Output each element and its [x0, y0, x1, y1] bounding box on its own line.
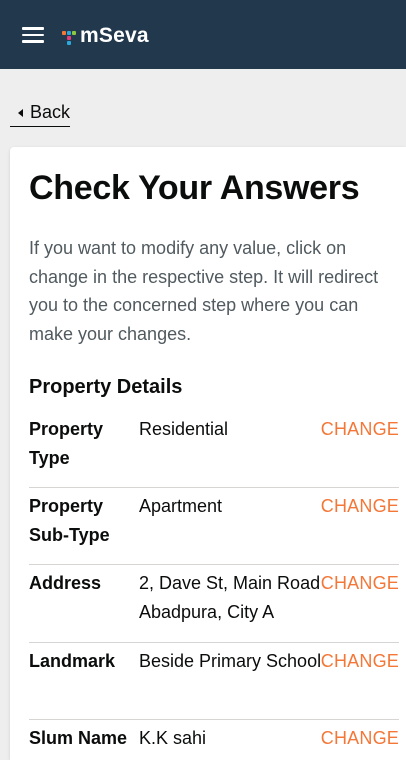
- detail-key: Landmark: [29, 651, 116, 671]
- caret-left-icon: [18, 108, 23, 117]
- hamburger-menu-icon[interactable]: [22, 27, 44, 43]
- page-description: If you want to modify any value, click o…: [29, 238, 379, 344]
- logo-mark-icon: [62, 28, 78, 45]
- back-label: Back: [30, 102, 71, 122]
- detail-value: Apartment: [139, 496, 223, 516]
- brand-name: mSeva: [80, 24, 149, 47]
- change-button[interactable]: CHANGE: [321, 415, 399, 444]
- mseva-logo: mSeva: [62, 24, 149, 48]
- summary-card: Check Your Answers If you want to modify…: [10, 147, 406, 760]
- change-button[interactable]: CHANGE: [321, 647, 399, 676]
- change-button[interactable]: CHANGE: [321, 569, 399, 598]
- detail-value: Residential: [139, 419, 229, 439]
- detail-row-property-sub-type: Property Sub-Type Apartment CHANGE: [29, 488, 399, 565]
- detail-value: 2, Dave St, Main Road Abadpura, City A: [139, 573, 321, 622]
- detail-row-slum-name: Slum Name K.K sahi CHANGE: [29, 720, 399, 760]
- app-header: mSeva: [0, 0, 406, 69]
- detail-row-property-type: Property Type Residential CHANGE: [29, 411, 399, 488]
- detail-key: Slum Name: [29, 728, 128, 748]
- page-title: Check Your Answers: [29, 169, 360, 207]
- detail-value: Beside Primary School: [139, 651, 322, 671]
- section-title: Property Details: [29, 376, 183, 398]
- detail-row-address: Address 2, Dave St, Main Road Abadpura, …: [29, 565, 399, 643]
- detail-row-landmark: Landmark Beside Primary School CHANGE: [29, 643, 399, 720]
- detail-key: Property Type: [29, 419, 104, 468]
- detail-key: Address: [29, 573, 102, 593]
- property-details-list: Property Type Residential CHANGE Propert…: [29, 411, 399, 760]
- change-button[interactable]: CHANGE: [321, 724, 399, 753]
- change-button[interactable]: CHANGE: [321, 492, 399, 521]
- detail-value: K.K sahi: [139, 728, 207, 748]
- detail-key: Property Sub-Type: [29, 496, 110, 545]
- back-link[interactable]: Back: [10, 99, 70, 127]
